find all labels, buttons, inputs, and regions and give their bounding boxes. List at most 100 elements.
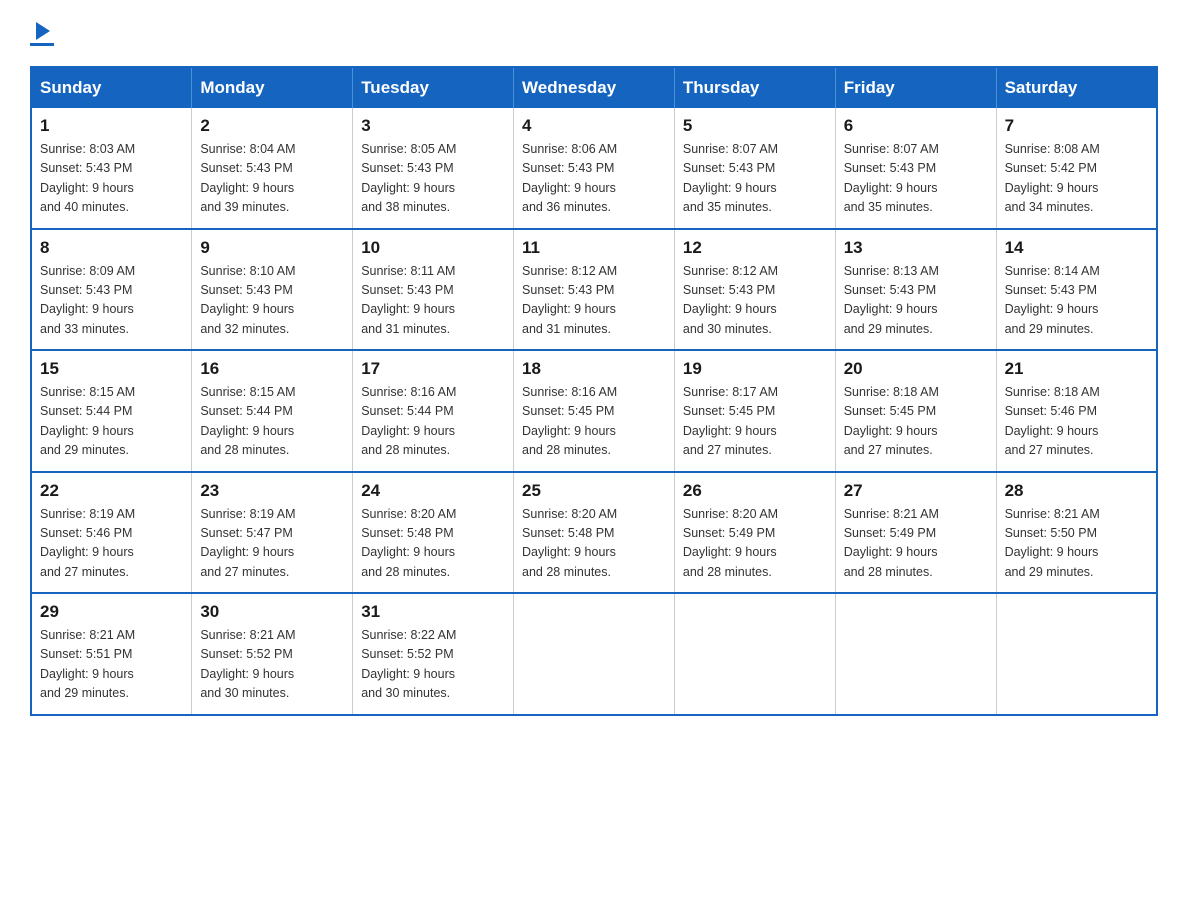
- day-number: 18: [522, 359, 666, 379]
- day-number: 4: [522, 116, 666, 136]
- header-wednesday: Wednesday: [514, 67, 675, 108]
- day-info: Sunrise: 8:21 AMSunset: 5:50 PMDaylight:…: [1005, 505, 1148, 583]
- day-info: Sunrise: 8:05 AMSunset: 5:43 PMDaylight:…: [361, 140, 505, 218]
- day-info: Sunrise: 8:12 AMSunset: 5:43 PMDaylight:…: [522, 262, 666, 340]
- table-row: 2 Sunrise: 8:04 AMSunset: 5:43 PMDaylight…: [192, 108, 353, 229]
- table-row: 6 Sunrise: 8:07 AMSunset: 5:43 PMDaylight…: [835, 108, 996, 229]
- day-number: 19: [683, 359, 827, 379]
- day-number: 31: [361, 602, 505, 622]
- calendar-week-3: 15 Sunrise: 8:15 AMSunset: 5:44 PMDayligh…: [31, 350, 1157, 472]
- day-info: Sunrise: 8:16 AMSunset: 5:45 PMDaylight:…: [522, 383, 666, 461]
- calendar-week-2: 8Sunrise: 8:09 AMSunset: 5:43 PMDaylight…: [31, 229, 1157, 351]
- table-row: 28 Sunrise: 8:21 AMSunset: 5:50 PMDayligh…: [996, 472, 1157, 594]
- table-row: 18 Sunrise: 8:16 AMSunset: 5:45 PMDayligh…: [514, 350, 675, 472]
- day-number: 11: [522, 238, 666, 258]
- day-number: 16: [200, 359, 344, 379]
- table-row: 14 Sunrise: 8:14 AMSunset: 5:43 PMDayligh…: [996, 229, 1157, 351]
- day-info: Sunrise: 8:18 AMSunset: 5:46 PMDaylight:…: [1005, 383, 1148, 461]
- header-saturday: Saturday: [996, 67, 1157, 108]
- table-row: 10 Sunrise: 8:11 AMSunset: 5:43 PMDayligh…: [353, 229, 514, 351]
- table-row: 30 Sunrise: 8:21 AMSunset: 5:52 PMDayligh…: [192, 593, 353, 715]
- header-tuesday: Tuesday: [353, 67, 514, 108]
- table-row: 7Sunrise: 8:08 AMSunset: 5:42 PMDaylight…: [996, 108, 1157, 229]
- day-number: 9: [200, 238, 344, 258]
- table-row: 26Sunrise: 8:20 AMSunset: 5:49 PMDayligh…: [674, 472, 835, 594]
- day-number: 15: [40, 359, 183, 379]
- day-number: 24: [361, 481, 505, 501]
- table-row: 5 Sunrise: 8:07 AMSunset: 5:43 PMDaylight…: [674, 108, 835, 229]
- logo: [30, 20, 54, 46]
- table-row: 27Sunrise: 8:21 AMSunset: 5:49 PMDayligh…: [835, 472, 996, 594]
- day-number: 10: [361, 238, 505, 258]
- day-info: Sunrise: 8:07 AMSunset: 5:43 PMDaylight:…: [683, 140, 827, 218]
- day-number: 17: [361, 359, 505, 379]
- header-sunday: Sunday: [31, 67, 192, 108]
- table-row: 20Sunrise: 8:18 AMSunset: 5:45 PMDayligh…: [835, 350, 996, 472]
- day-info: Sunrise: 8:19 AMSunset: 5:46 PMDaylight:…: [40, 505, 183, 583]
- day-number: 14: [1005, 238, 1148, 258]
- header-thursday: Thursday: [674, 67, 835, 108]
- day-info: Sunrise: 8:20 AMSunset: 5:48 PMDaylight:…: [522, 505, 666, 583]
- day-info: Sunrise: 8:06 AMSunset: 5:43 PMDaylight:…: [522, 140, 666, 218]
- day-number: 30: [200, 602, 344, 622]
- table-row: [514, 593, 675, 715]
- header-friday: Friday: [835, 67, 996, 108]
- day-info: Sunrise: 8:21 AMSunset: 5:52 PMDaylight:…: [200, 626, 344, 704]
- day-number: 5: [683, 116, 827, 136]
- day-number: 28: [1005, 481, 1148, 501]
- day-info: Sunrise: 8:15 AMSunset: 5:44 PMDaylight:…: [40, 383, 183, 461]
- table-row: 11 Sunrise: 8:12 AMSunset: 5:43 PMDayligh…: [514, 229, 675, 351]
- header-monday: Monday: [192, 67, 353, 108]
- day-info: Sunrise: 8:04 AMSunset: 5:43 PMDaylight:…: [200, 140, 344, 218]
- day-info: Sunrise: 8:14 AMSunset: 5:43 PMDaylight:…: [1005, 262, 1148, 340]
- table-row: 25 Sunrise: 8:20 AMSunset: 5:48 PMDayligh…: [514, 472, 675, 594]
- table-row: 19 Sunrise: 8:17 AMSunset: 5:45 PMDayligh…: [674, 350, 835, 472]
- day-number: 1: [40, 116, 183, 136]
- table-row: [674, 593, 835, 715]
- table-row: [996, 593, 1157, 715]
- table-row: 4 Sunrise: 8:06 AMSunset: 5:43 PMDaylight…: [514, 108, 675, 229]
- day-info: Sunrise: 8:20 AMSunset: 5:48 PMDaylight:…: [361, 505, 505, 583]
- day-number: 21: [1005, 359, 1148, 379]
- day-info: Sunrise: 8:15 AMSunset: 5:44 PMDaylight:…: [200, 383, 344, 461]
- table-row: 16 Sunrise: 8:15 AMSunset: 5:44 PMDayligh…: [192, 350, 353, 472]
- table-row: 9 Sunrise: 8:10 AMSunset: 5:43 PMDaylight…: [192, 229, 353, 351]
- day-number: 8: [40, 238, 183, 258]
- table-row: 31 Sunrise: 8:22 AMSunset: 5:52 PMDayligh…: [353, 593, 514, 715]
- day-number: 25: [522, 481, 666, 501]
- table-row: 23 Sunrise: 8:19 AMSunset: 5:47 PMDayligh…: [192, 472, 353, 594]
- day-number: 7: [1005, 116, 1148, 136]
- day-info: Sunrise: 8:11 AMSunset: 5:43 PMDaylight:…: [361, 262, 505, 340]
- table-row: 1Sunrise: 8:03 AMSunset: 5:43 PMDaylight…: [31, 108, 192, 229]
- table-row: 3 Sunrise: 8:05 AMSunset: 5:43 PMDaylight…: [353, 108, 514, 229]
- day-number: 2: [200, 116, 344, 136]
- table-row: 29Sunrise: 8:21 AMSunset: 5:51 PMDayligh…: [31, 593, 192, 715]
- logo-underline: [30, 43, 54, 46]
- calendar-week-1: 1Sunrise: 8:03 AMSunset: 5:43 PMDaylight…: [31, 108, 1157, 229]
- table-row: 21 Sunrise: 8:18 AMSunset: 5:46 PMDayligh…: [996, 350, 1157, 472]
- calendar-table: SundayMondayTuesdayWednesdayThursdayFrid…: [30, 66, 1158, 716]
- day-number: 27: [844, 481, 988, 501]
- day-info: Sunrise: 8:13 AMSunset: 5:43 PMDaylight:…: [844, 262, 988, 340]
- day-info: Sunrise: 8:07 AMSunset: 5:43 PMDaylight:…: [844, 140, 988, 218]
- page-header: [30, 20, 1158, 46]
- day-number: 22: [40, 481, 183, 501]
- table-row: 24 Sunrise: 8:20 AMSunset: 5:48 PMDayligh…: [353, 472, 514, 594]
- day-info: Sunrise: 8:17 AMSunset: 5:45 PMDaylight:…: [683, 383, 827, 461]
- table-row: 8Sunrise: 8:09 AMSunset: 5:43 PMDaylight…: [31, 229, 192, 351]
- logo-triangle-icon: [32, 20, 54, 42]
- day-number: 3: [361, 116, 505, 136]
- day-number: 12: [683, 238, 827, 258]
- day-number: 20: [844, 359, 988, 379]
- day-number: 29: [40, 602, 183, 622]
- day-number: 6: [844, 116, 988, 136]
- day-info: Sunrise: 8:22 AMSunset: 5:52 PMDaylight:…: [361, 626, 505, 704]
- day-info: Sunrise: 8:19 AMSunset: 5:47 PMDaylight:…: [200, 505, 344, 583]
- day-info: Sunrise: 8:16 AMSunset: 5:44 PMDaylight:…: [361, 383, 505, 461]
- day-number: 23: [200, 481, 344, 501]
- day-info: Sunrise: 8:20 AMSunset: 5:49 PMDaylight:…: [683, 505, 827, 583]
- day-number: 13: [844, 238, 988, 258]
- calendar-week-4: 22 Sunrise: 8:19 AMSunset: 5:46 PMDayligh…: [31, 472, 1157, 594]
- table-row: 17 Sunrise: 8:16 AMSunset: 5:44 PMDayligh…: [353, 350, 514, 472]
- day-info: Sunrise: 8:10 AMSunset: 5:43 PMDaylight:…: [200, 262, 344, 340]
